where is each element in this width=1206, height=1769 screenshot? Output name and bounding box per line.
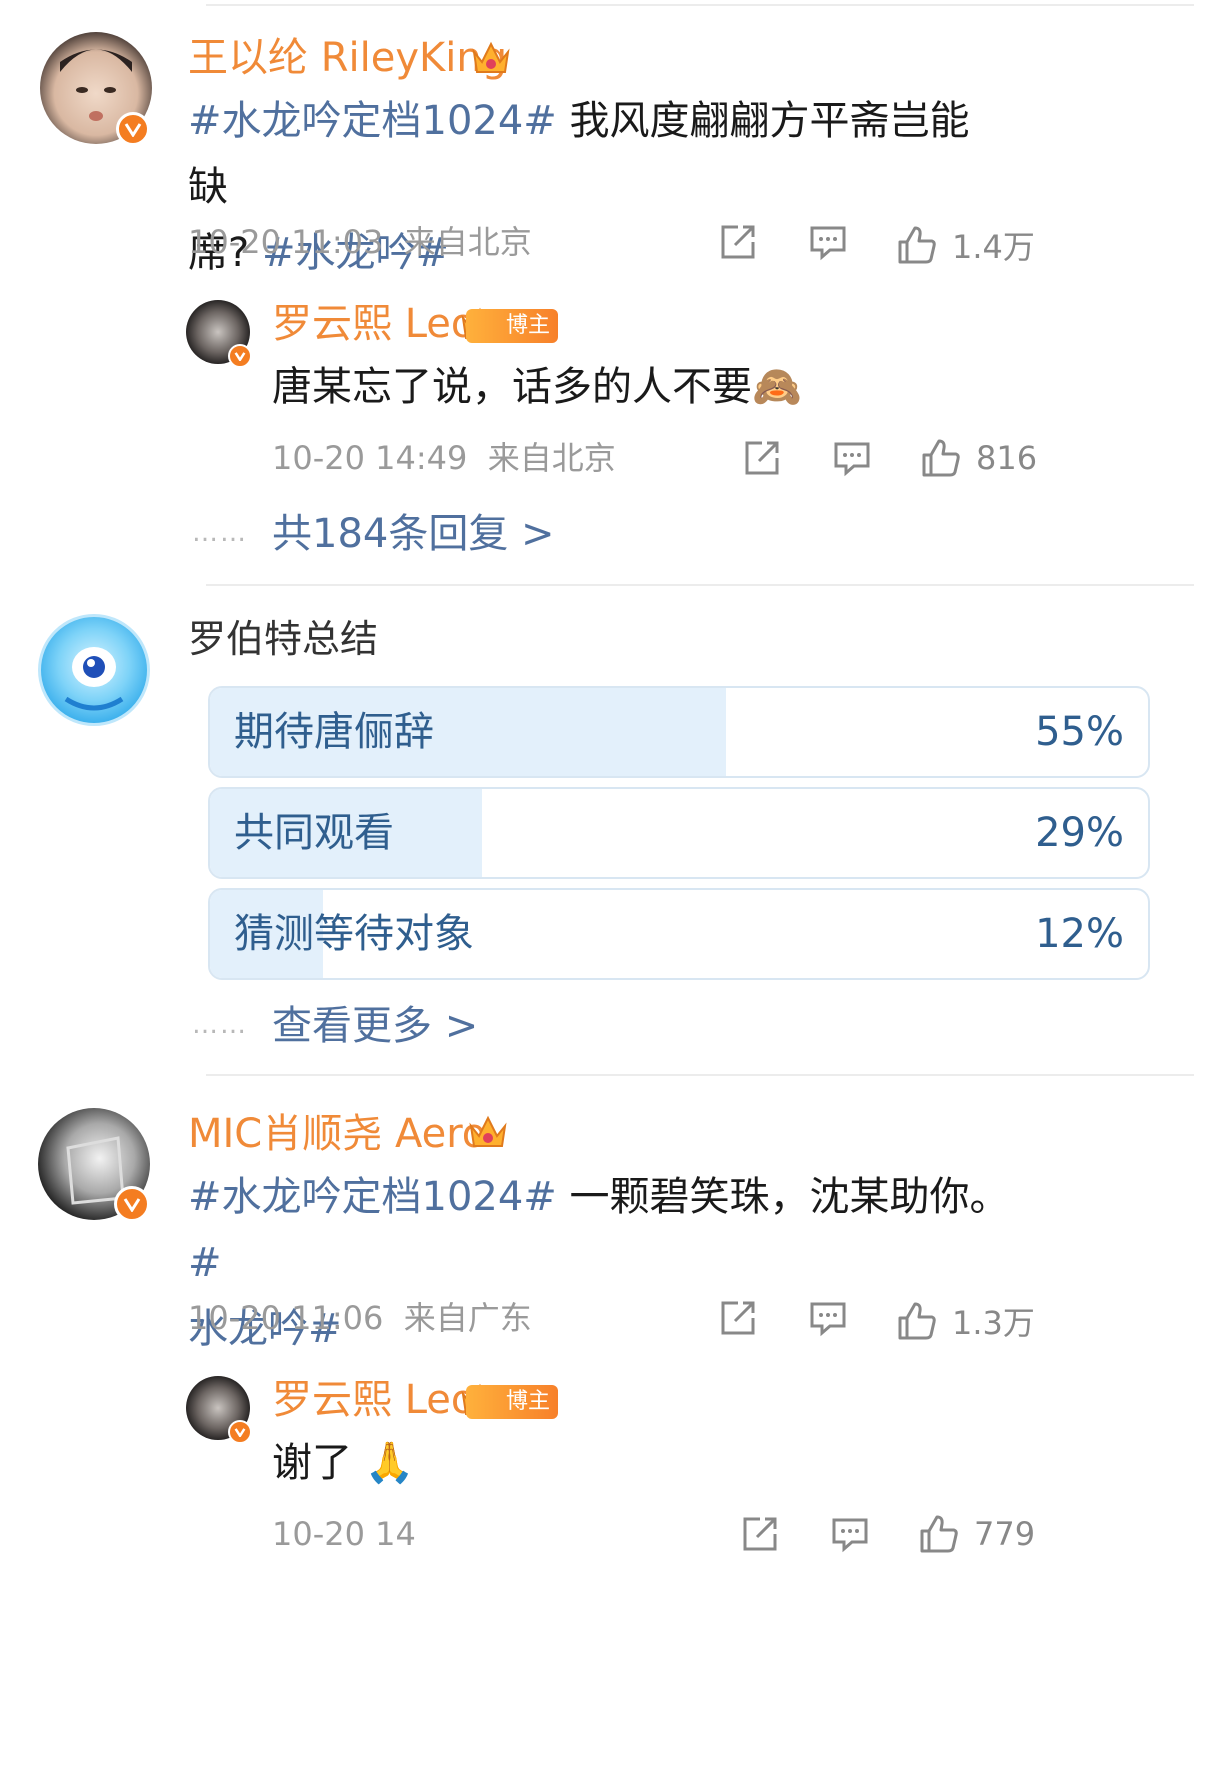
emoji-icon: 🙏 <box>364 1440 415 1486</box>
thumbs-up-icon <box>922 439 960 477</box>
crown-icon <box>472 41 510 73</box>
poll-option-label: 猜测等待对象 <box>234 911 474 957</box>
reply-text-content: 谢了 <box>272 1440 352 1486</box>
reply-text: 谢了 🙏 <box>272 1430 415 1496</box>
poll-option-label: 共同观看 <box>234 810 394 856</box>
share-icon <box>721 225 755 259</box>
thumbs-up-icon <box>920 1515 958 1553</box>
like-count: 779 <box>974 1515 1036 1553</box>
commenter-name[interactable]: MIC肖顺尧 Aero <box>188 1110 486 1158</box>
view-more-link[interactable]: 查看更多 > <box>272 1002 478 1050</box>
poll-option-percent: 12% <box>1035 911 1124 957</box>
divider <box>206 1074 1194 1076</box>
robot-icon <box>64 647 124 711</box>
topic-link[interactable]: #水龙吟定档1024# <box>188 1174 557 1220</box>
like-button[interactable]: 816 <box>920 438 1037 478</box>
reply-time: 10-20 14 <box>272 1514 416 1554</box>
share-icon <box>745 441 779 475</box>
share-icon <box>743 1517 777 1551</box>
reply-text-content: 唐某忘了说，话多的人不要 <box>272 364 752 410</box>
share-button[interactable] <box>718 222 758 262</box>
blogger-badge: 博主 <box>466 309 559 343</box>
timestamp: 10-20 14 <box>272 1515 416 1553</box>
timestamp: 10-20 14:49 <box>272 439 468 477</box>
poll-title: 罗伯特总结 <box>188 617 379 661</box>
bot-avatar[interactable] <box>38 614 150 726</box>
crown-icon <box>469 1115 507 1147</box>
like-count: 816 <box>976 439 1038 477</box>
dots-separator: …… <box>192 1010 248 1040</box>
like-button[interactable]: 1.3万 <box>896 1298 1035 1344</box>
poll-option[interactable]: 共同观看 29% <box>208 787 1150 879</box>
like-button[interactable]: 1.4万 <box>896 222 1035 268</box>
poll-option-label: 期待唐俪辞 <box>234 709 434 755</box>
timestamp: 10-20 11:03 <box>188 223 384 261</box>
comment-time: 10-20 11:03 来自北京 <box>188 222 532 262</box>
reply-name[interactable]: 罗云熙 Leo <box>272 1376 475 1424</box>
like-button[interactable]: 779 <box>918 1514 1035 1554</box>
comment-icon <box>834 442 870 477</box>
more-replies-link[interactable]: 共184条回复 > <box>272 510 555 558</box>
top-divider <box>206 4 1194 6</box>
dots-separator: …… <box>192 518 248 548</box>
share-icon <box>721 1301 755 1335</box>
verified-badge-icon <box>116 112 150 146</box>
comment-time: 10-20 11:06 来自广东 <box>188 1298 532 1338</box>
verified-badge-icon <box>228 344 252 368</box>
comment-button[interactable] <box>830 1514 870 1554</box>
poll-option[interactable]: 期待唐俪辞 55% <box>208 686 1150 778</box>
verified-badge-icon <box>228 1420 252 1444</box>
poll-option-percent: 55% <box>1035 709 1124 755</box>
poll-option-percent: 29% <box>1035 810 1124 856</box>
blogger-badge: 博主 <box>466 1385 559 1419</box>
location: 来自北京 <box>487 439 616 477</box>
thumbs-up-icon <box>898 226 936 264</box>
comment-button[interactable] <box>808 1298 848 1338</box>
comment-text-part: 一颗碧笑珠，沈某助你。 <box>556 1174 1010 1220</box>
commenter-name[interactable]: 王以纶 RileyKing <box>188 34 507 82</box>
comment-icon <box>810 1302 846 1337</box>
comment-button[interactable] <box>832 438 872 478</box>
emoji-icon: 🙈 <box>752 364 802 410</box>
share-button[interactable] <box>742 438 782 478</box>
reply-time: 10-20 14:49 来自北京 <box>272 438 616 478</box>
timestamp: 10-20 11:06 <box>188 1299 384 1337</box>
comment-icon <box>832 1518 868 1553</box>
reply-name[interactable]: 罗云熙 Leo <box>272 300 475 348</box>
location: 来自广东 <box>403 1299 532 1337</box>
poll-option[interactable]: 猜测等待对象 12% <box>208 888 1150 980</box>
divider <box>206 584 1194 586</box>
reply-text: 唐某忘了说，话多的人不要🙈 <box>272 354 802 420</box>
share-button[interactable] <box>740 1514 780 1554</box>
share-button[interactable] <box>718 1298 758 1338</box>
topic-link[interactable]: #水龙吟定档1024# <box>188 98 557 144</box>
comment-icon <box>810 226 846 261</box>
thumbs-up-icon <box>898 1302 936 1340</box>
topic-link[interactable]: # <box>188 1240 222 1286</box>
verified-badge-icon <box>114 1186 150 1222</box>
location: 来自北京 <box>403 223 532 261</box>
like-count: 1.3万 <box>952 1304 1035 1342</box>
like-count: 1.4万 <box>952 228 1035 266</box>
comment-button[interactable] <box>808 222 848 262</box>
